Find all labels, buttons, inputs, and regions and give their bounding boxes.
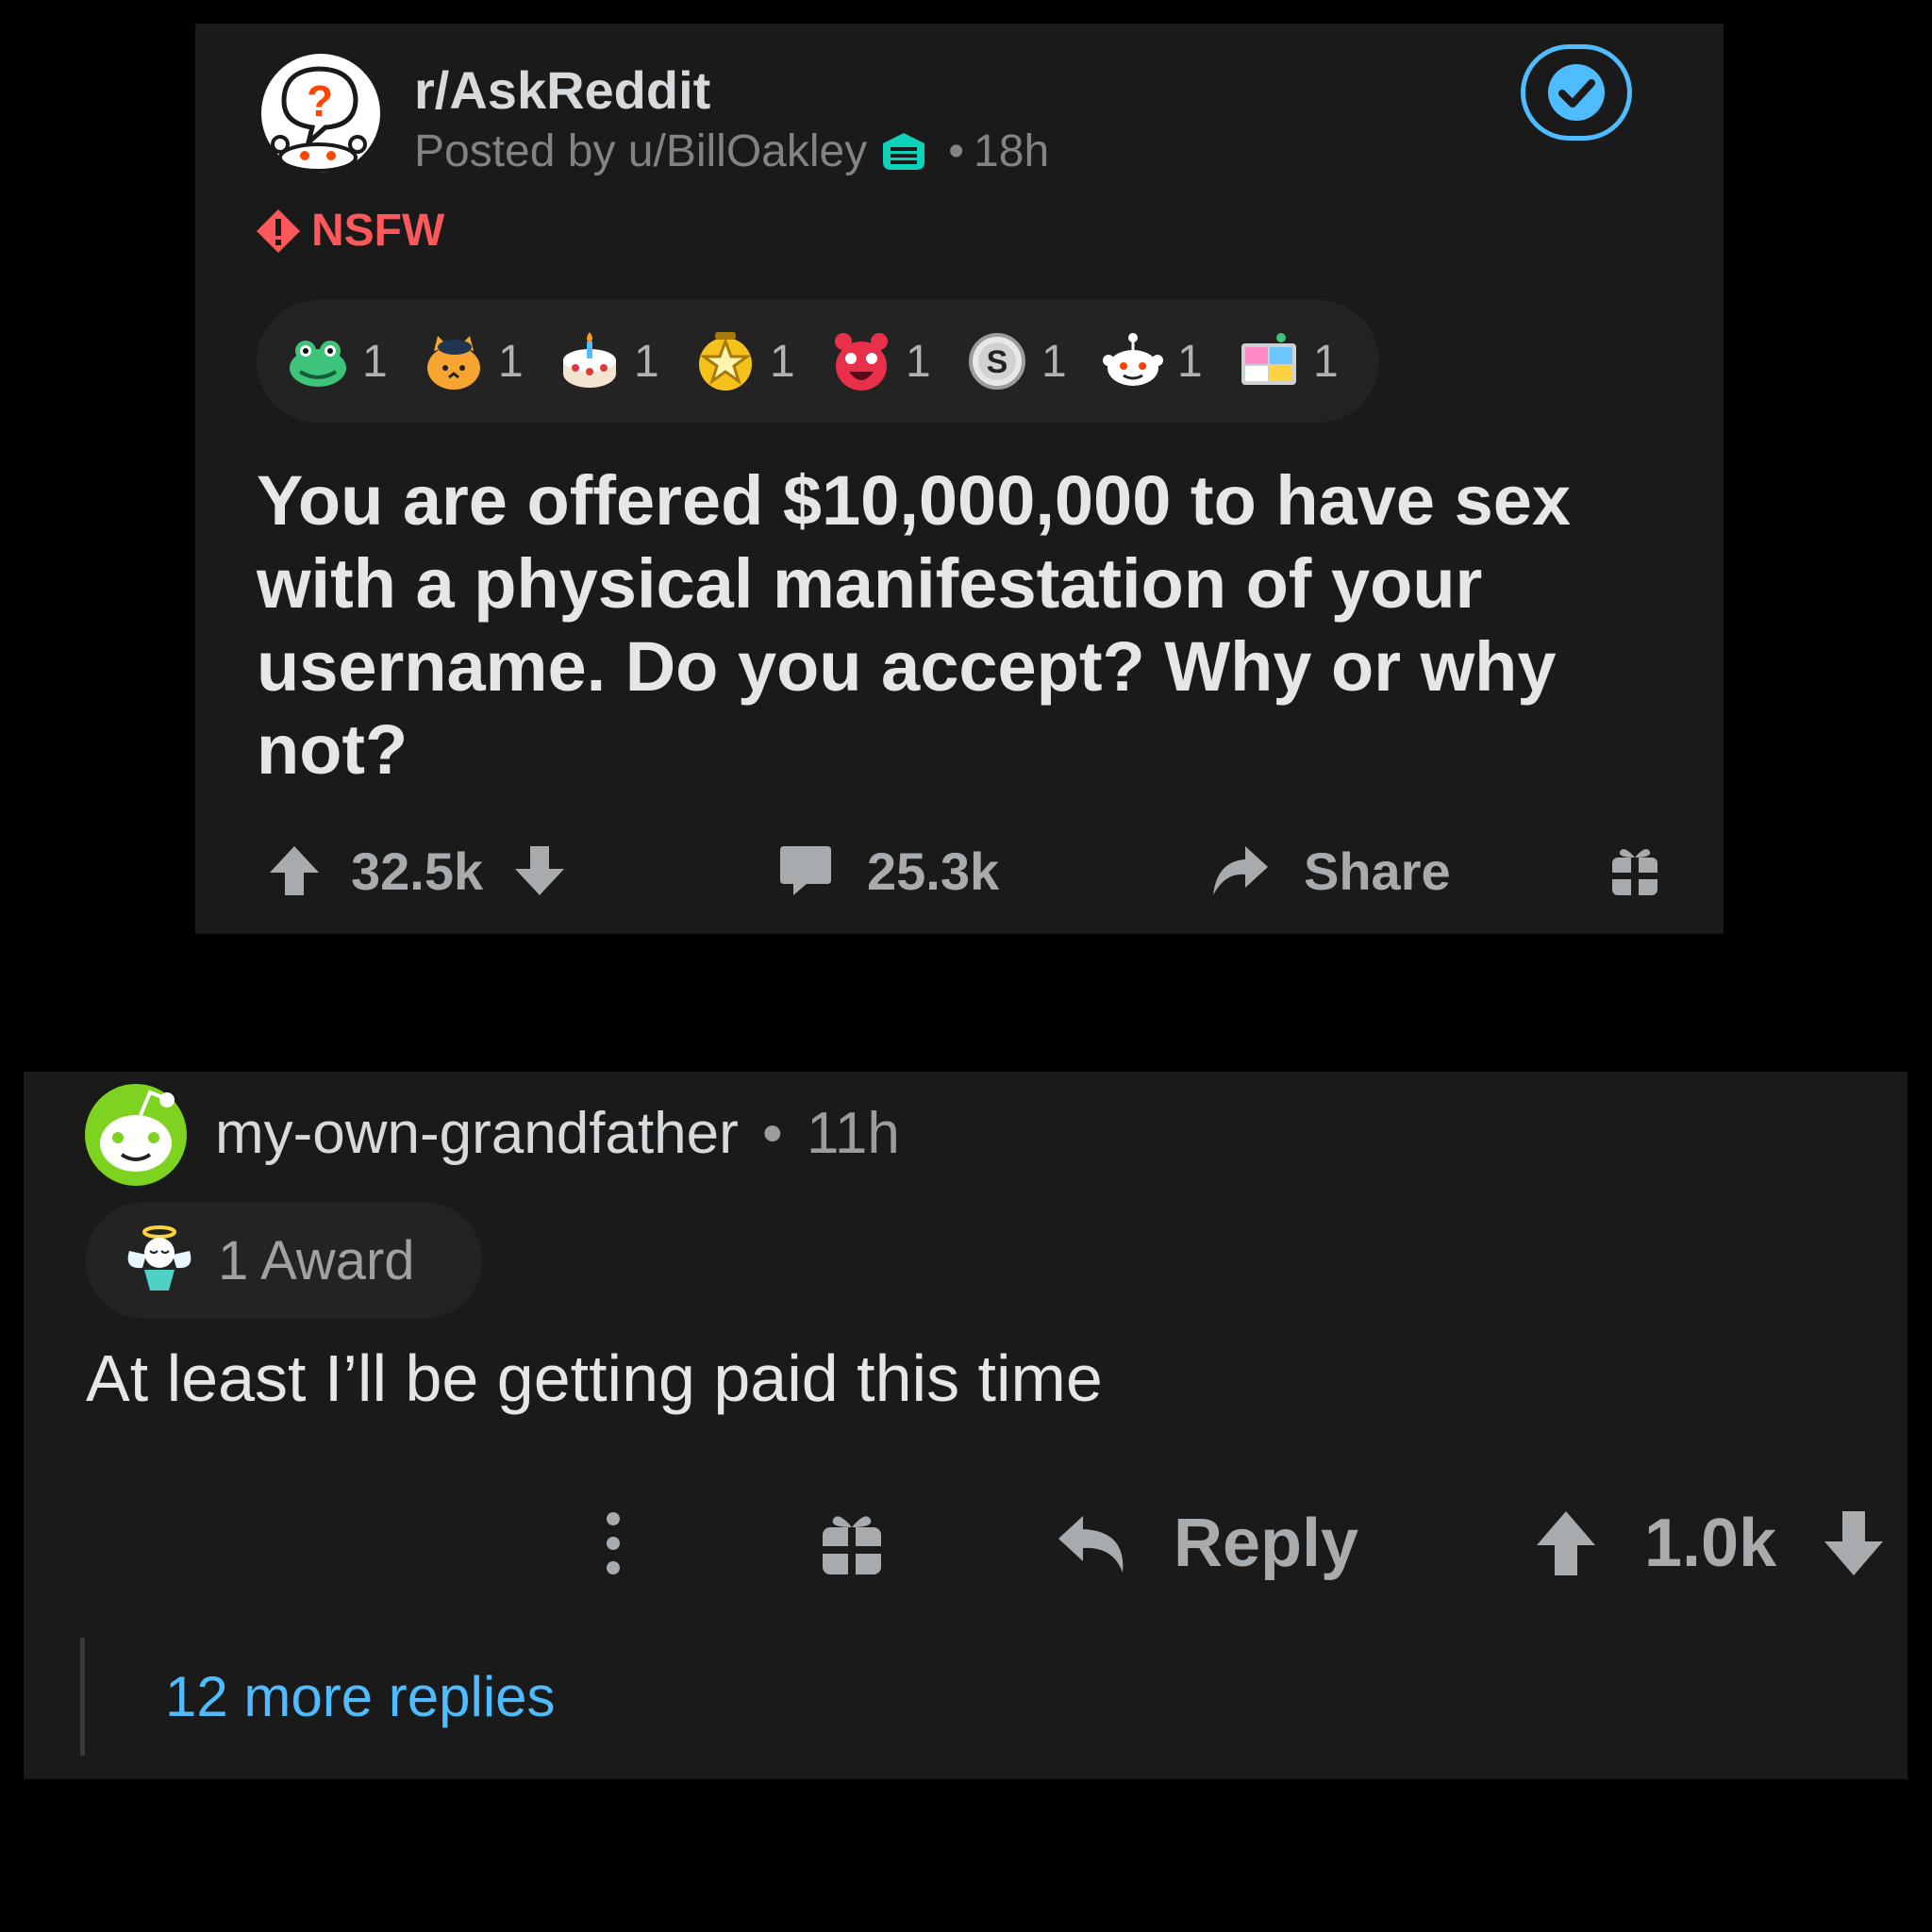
awards-bar[interactable]: 1 1 1 1 1 S 1 1 1 <box>257 300 1379 423</box>
post-meta: Posted by u/BillOakley • 18h <box>414 125 1049 177</box>
gift-icon <box>1612 849 1657 895</box>
meta-separator: • <box>948 126 965 176</box>
posted-by[interactable]: Posted by u/BillOakley <box>414 125 867 177</box>
share-label: Share <box>1304 841 1451 901</box>
comment-body: At least I’ll be getting paid this time <box>86 1341 1103 1415</box>
award-count: 1 <box>770 336 795 387</box>
downvote-icon[interactable] <box>511 842 568 899</box>
award-item[interactable]: 1 <box>287 330 423 392</box>
more-replies-link[interactable]: 12 more replies <box>165 1664 556 1729</box>
nsfw-label: NSFW <box>311 206 445 256</box>
frog-award-icon <box>290 341 346 387</box>
more-vertical-icon <box>607 1512 620 1574</box>
subreddit-name[interactable]: r/AskReddit <box>414 59 710 121</box>
comment-icon <box>780 846 831 895</box>
award-count: 1 <box>1313 336 1339 387</box>
award-item[interactable]: 1 <box>1102 330 1238 392</box>
post-title[interactable]: You are offered $10,000,000 to have sex … <box>257 459 1672 791</box>
award-item[interactable]: S 1 <box>966 330 1102 392</box>
reply-label: Reply <box>1174 1506 1359 1581</box>
comment-separator: • <box>762 1101 783 1166</box>
check-icon <box>1548 64 1605 121</box>
comment-age: 11h <box>806 1101 900 1166</box>
nsfw-warning-icon <box>257 208 300 253</box>
upvote-icon[interactable] <box>266 842 323 899</box>
user-avatar-icon[interactable] <box>84 1083 188 1187</box>
share-button[interactable]: Share <box>1209 833 1451 908</box>
comment-header: my-own-grandfather • 11h <box>215 1100 900 1167</box>
give-award-button[interactable] <box>1610 833 1659 908</box>
comment-username[interactable]: my-own-grandfather <box>215 1101 739 1166</box>
reply-button[interactable]: Reply <box>1055 1491 1358 1595</box>
comment-count: 25.3k <box>867 841 1000 901</box>
verified-check-button[interactable] <box>1521 44 1632 141</box>
comment-action-bar: Reply 1.0k <box>24 1491 1907 1595</box>
share-arrow-icon <box>1213 846 1268 895</box>
comment-downvote-button[interactable] <box>1821 1491 1887 1595</box>
nsfw-tag: NSFW <box>255 205 444 257</box>
comments-button[interactable]: 25.3k <box>778 833 999 908</box>
thread-line[interactable] <box>80 1638 85 1756</box>
award-item[interactable]: 1 <box>694 330 830 392</box>
comment-awards[interactable]: 1 Award <box>86 1202 482 1319</box>
cake-award-icon <box>563 332 616 388</box>
svg-text:S: S <box>987 344 1008 380</box>
award-count: 1 <box>498 336 524 387</box>
comment-give-award-button[interactable] <box>821 1491 883 1595</box>
moderator-shield-icon <box>883 132 925 170</box>
reply-arrow-icon <box>1058 1516 1124 1573</box>
comment-vote-count: 1.0k <box>1644 1506 1777 1581</box>
award-count: 1 <box>362 336 388 387</box>
post-action-bar: 32.5k 25.3k Share <box>266 833 1672 908</box>
post-card[interactable]: ? r/AskReddit Posted by u/BillOakley • 1… <box>195 24 1724 934</box>
angel-award-icon <box>127 1225 192 1291</box>
svg-text:?: ? <box>307 76 333 125</box>
award-item[interactable]: 1 <box>1238 330 1374 392</box>
subreddit-avatar-icon[interactable]: ? <box>259 52 382 175</box>
star-award-icon <box>699 332 752 391</box>
comment-card: my-own-grandfather • 11h 1 Award At leas… <box>24 1072 1907 1779</box>
award-item[interactable]: 1 <box>558 330 694 392</box>
upvote-icon[interactable] <box>1533 1507 1599 1579</box>
gift-icon <box>823 1516 881 1574</box>
award-count: 1 <box>1041 336 1067 387</box>
red-face-award-icon <box>835 333 888 391</box>
comment-award-label: 1 Award <box>218 1229 415 1291</box>
award-item[interactable]: 1 <box>423 330 558 392</box>
comment-vote-group: 1.0k <box>1533 1491 1814 1595</box>
award-count: 1 <box>634 336 659 387</box>
orange-cat-award-icon <box>427 336 480 390</box>
post-vote-group: 32.5k <box>266 833 568 908</box>
downvote-icon <box>1824 1511 1883 1575</box>
post-vote-count: 32.5k <box>351 841 484 901</box>
award-count: 1 <box>1177 336 1203 387</box>
snoo-award-icon <box>1103 333 1163 386</box>
silver-award-icon: S <box>969 333 1025 390</box>
post-age: 18h <box>974 126 1050 176</box>
award-count: 1 <box>906 336 931 387</box>
more-options-button[interactable] <box>604 1491 623 1595</box>
pixel-faces-award-icon <box>1241 333 1296 385</box>
award-item[interactable]: 1 <box>830 330 966 392</box>
